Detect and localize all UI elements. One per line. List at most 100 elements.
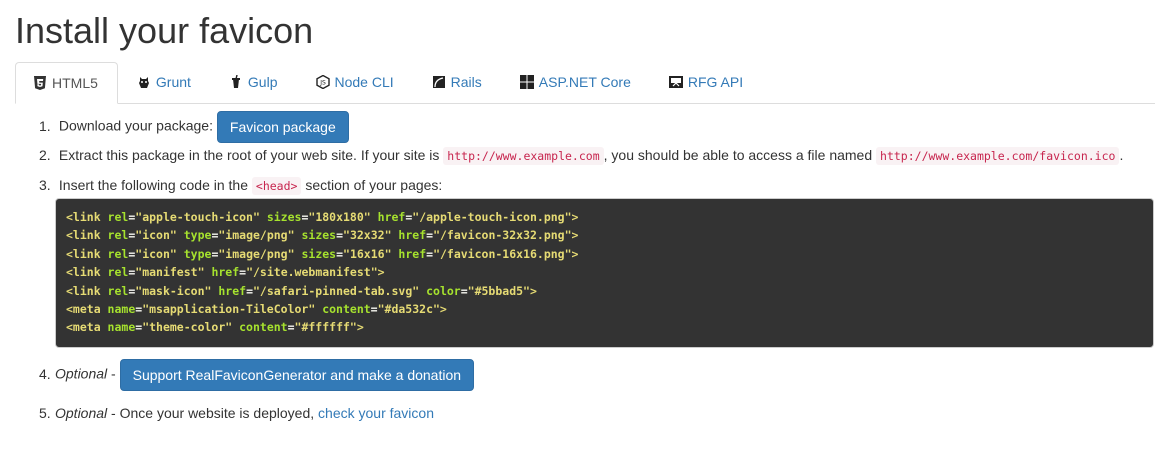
code-token: "msapplication-TileColor": [142, 302, 323, 317]
step-text: Download your package:: [58, 117, 213, 134]
code-token: >: [571, 246, 579, 261]
code-token: "mask-icon": [135, 283, 219, 298]
html5-icon: [33, 76, 47, 90]
code-token: "180x180": [308, 210, 378, 224]
step-text: - Once your website is deployed,: [107, 405, 319, 421]
favicon-package-button[interactable]: Favicon package: [216, 111, 349, 143]
code-token: "/site.webmanifest": [246, 265, 378, 280]
step-number: 3.: [39, 177, 51, 193]
step-text: Insert the following code in the: [58, 177, 249, 193]
code-token: "image/png": [218, 246, 302, 261]
step-number: 2.: [39, 147, 51, 163]
code-token: "/favicon-16x16.png": [433, 246, 572, 261]
code-token: "image/png": [218, 228, 302, 243]
code-token: =: [287, 320, 295, 335]
windows-icon: [519, 75, 534, 89]
tab-node-cli[interactable]: JS Node CLI: [299, 62, 413, 102]
code-token: sizes: [266, 210, 302, 224]
step-number: 4.: [39, 365, 51, 382]
code-token: "/safari-pinned-tab.svg": [253, 283, 427, 298]
code-token: <link: [66, 265, 108, 280]
tab-rfg-api[interactable]: RFG API: [652, 62, 762, 102]
code-token: "16x16": [343, 246, 399, 261]
step-text: , you should be able to access a file na…: [603, 147, 873, 163]
code-token: <link: [66, 283, 108, 298]
tab-bar: HTML5 Grunt Gulp JS Node CLI Rails ASP.N…: [15, 62, 1155, 104]
grunt-icon: [137, 75, 151, 89]
step-5: 5. Optional - Once your website is deploy…: [39, 405, 434, 421]
check-favicon-link[interactable]: check your favicon: [318, 405, 434, 421]
code-line: <meta name="theme-color" content="#fffff…: [66, 318, 1143, 336]
code-token: <meta: [66, 320, 108, 335]
code-token: =: [370, 302, 378, 317]
code-token: "icon": [135, 228, 184, 243]
code-token: =: [460, 283, 468, 298]
code-line: <link rel="apple-touch-icon" sizes="180x…: [66, 208, 1143, 226]
code-block[interactable]: <link rel="apple-touch-icon" sizes="180x…: [55, 198, 1154, 348]
tab-aspnet-core[interactable]: ASP.NET Core: [503, 62, 650, 102]
code-token: rel: [107, 265, 129, 280]
code-token: >: [377, 265, 385, 280]
tab-label: Gulp: [247, 74, 278, 90]
inline-code: <head>: [251, 177, 302, 195]
code-token: href: [218, 283, 247, 298]
tab-rails[interactable]: Rails: [415, 62, 501, 102]
step-3: 3. Insert the following code in the <hea…: [39, 177, 443, 195]
code-token: rel: [107, 246, 129, 261]
step-4: 4. Optional - Support RealFaviconGenerato…: [39, 359, 475, 391]
code-token: rel: [107, 210, 129, 224]
code-token: color: [426, 283, 461, 298]
code-token: >: [356, 320, 364, 335]
code-token: >: [439, 302, 447, 317]
code-line: <link rel="icon" type="image/png" sizes=…: [66, 226, 1143, 244]
tab-label: RFG API: [687, 74, 744, 90]
code-token: content: [322, 302, 371, 317]
code-token: <link: [66, 246, 108, 261]
code-token: <link: [66, 228, 108, 243]
step-number: 1.: [39, 117, 51, 134]
code-token: rel: [107, 283, 129, 298]
tab-label: HTML5: [52, 75, 98, 91]
nodejs-icon: JS: [315, 75, 330, 89]
code-token: type: [183, 246, 212, 261]
optional-label: Optional: [55, 405, 108, 421]
code-token: =: [336, 228, 344, 243]
code-token: rel: [107, 228, 129, 243]
tab-html5[interactable]: HTML5: [15, 62, 118, 104]
gulp-icon: [229, 75, 243, 89]
code-line: <meta name = "msapplication-TileColor" con…: [66, 300, 1143, 318]
tab-label: Node CLI: [334, 74, 394, 90]
rails-icon: [432, 75, 446, 89]
step-text: .: [1119, 147, 1124, 163]
tab-label: Grunt: [155, 74, 191, 90]
code-token: >: [571, 210, 579, 224]
code-token: href: [377, 210, 406, 224]
code-token: sizes: [301, 246, 337, 261]
inline-code: http://www.example.com/favicon.ico: [876, 147, 1120, 165]
code-line: <link rel="icon" type="image/png" sizes=…: [66, 245, 1143, 263]
tab-label: ASP.NET Core: [538, 74, 631, 90]
code-token: "32x32": [343, 228, 399, 243]
dash-separator: -: [107, 365, 120, 382]
code-token: href: [398, 246, 427, 261]
code-token: =: [336, 246, 344, 261]
tab-label: Rails: [450, 74, 482, 90]
api-icon: [668, 75, 683, 89]
code-token: "icon": [135, 246, 184, 261]
code-token: =: [246, 283, 253, 298]
tab-grunt[interactable]: Grunt: [120, 62, 210, 102]
svg-text:JS: JS: [319, 80, 326, 87]
step-1: 1. Download your package: Favicon packag…: [39, 111, 349, 143]
optional-label: Optional: [55, 365, 108, 382]
tab-gulp[interactable]: Gulp: [212, 62, 297, 102]
inline-code: http://www.example.com: [443, 147, 604, 165]
code-token: >: [529, 283, 537, 298]
donate-button[interactable]: Support RealFaviconGenerator and make a …: [119, 359, 475, 391]
step-2: 2. Extract this package in the root of y…: [39, 147, 1124, 165]
code-token: content: [239, 320, 288, 335]
code-token: href: [211, 265, 240, 280]
code-token: >: [571, 228, 579, 243]
code-token: "#ffffff": [294, 320, 357, 335]
step-text: section of your pages:: [305, 177, 443, 193]
code-token: "/favicon-32x32.png": [433, 228, 572, 243]
